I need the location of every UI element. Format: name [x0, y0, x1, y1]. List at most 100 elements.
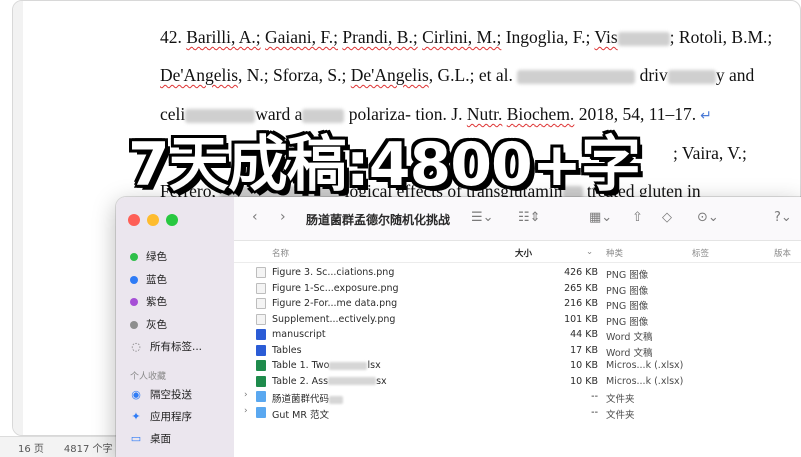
sidebar-item-label: 灰色 [146, 319, 167, 331]
tag-icon[interactable]: ◇ [662, 210, 672, 225]
column-name[interactable]: 名称 [272, 247, 289, 259]
file-name-start: Table 1. Two [272, 360, 330, 371]
png-file-icon [256, 282, 266, 294]
author: De'Angelis [160, 65, 238, 85]
title-text: y and [715, 65, 755, 85]
sidebar-item-label: 应用程序 [150, 411, 192, 423]
file-size: 101 KB [564, 313, 598, 325]
file-name: Figure 1-Sc...exposure.png [272, 282, 399, 294]
sidebar-tag-green[interactable]: 绿色 [130, 249, 167, 264]
sidebar-tag-purple[interactable]: 紫色 [130, 294, 167, 309]
author: Prandi, B.; [342, 27, 418, 47]
author: Ingoglia, F.; [505, 27, 591, 47]
author: Gaiani, F.; [265, 27, 338, 47]
disclosure-triangle-icon[interactable]: › [244, 406, 248, 416]
file-name: Tables [272, 344, 302, 356]
table-row[interactable]: manuscript 44 KB Word 文稿 [234, 327, 801, 343]
grid-view-icon[interactable]: ▦⌄ [589, 210, 612, 225]
word-count[interactable]: 4817 个字 [64, 440, 113, 455]
table-row[interactable]: › 肠道菌群代码 -- 文件夹 [234, 389, 801, 405]
airdrop-icon: ◉ [131, 388, 141, 401]
sidebar-tag-blue[interactable]: 蓝色 [130, 272, 167, 287]
sidebar-item-applications[interactable]: ✦ 应用程序 [130, 409, 192, 424]
table-row[interactable]: Figure 3. Sc...ciations.png 426 KB PNG 图… [234, 265, 801, 281]
disclosure-triangle-icon[interactable]: › [244, 390, 248, 400]
list-view-icon[interactable]: ☰⌄ [471, 210, 494, 225]
search-icon[interactable]: ?⌄ [774, 210, 792, 225]
author: , N.; Sforza, S.; [238, 65, 351, 85]
table-row[interactable]: Figure 2-For...me data.png 216 KB PNG 图像 [234, 296, 801, 312]
tag-dot-icon [130, 297, 138, 306]
table-row[interactable]: Table 2. Ass sx 10 KB Micros...k (.xlsx) [234, 374, 801, 390]
group-icon[interactable]: ☷⇕ [518, 210, 541, 225]
column-kind[interactable]: 种类 [606, 247, 623, 259]
column-version[interactable]: 版本 [774, 247, 791, 259]
table-row[interactable]: Supplement...ectively.png 101 KB PNG 图像 [234, 312, 801, 328]
tags-icon: ◌ [131, 340, 141, 353]
sidebar-item-desktop[interactable]: ▭ 桌面 [130, 431, 171, 446]
file-size: 216 KB [564, 298, 598, 309]
desktop-icon: ▭ [130, 432, 142, 445]
table-row[interactable]: Figure 1-Sc...exposure.png 265 KB PNG 图像 [234, 281, 801, 297]
page-count[interactable]: 16 页 [18, 440, 44, 455]
file-name: manuscript [272, 329, 326, 340]
sort-chevron-icon[interactable]: ⌄ [586, 247, 593, 257]
sidebar-item-label: 隔空投送 [150, 389, 192, 401]
back-button[interactable]: ‹ [252, 209, 258, 225]
more-icon[interactable]: ⊙⌄ [697, 210, 719, 225]
file-kind: Micros...k (.xlsx) [606, 360, 684, 371]
table-row[interactable]: Table 1. Two lsx 10 KB Micros...k (.xlsx) [234, 358, 801, 374]
file-name: Table 1. Two lsx [272, 360, 381, 371]
tag-dot-icon [130, 320, 138, 329]
file-size: 265 KB [564, 282, 598, 294]
redacted-text [329, 395, 344, 404]
word-file-icon [256, 344, 266, 356]
reference-line-4[interactable]: ; Vaira, V.; [673, 143, 747, 164]
column-tag[interactable]: 标签 [692, 247, 709, 259]
window-title: 肠道菌群孟德尔随机化挑战 [306, 213, 451, 227]
sidebar-all-tags[interactable]: ◌ 所有标签... [130, 339, 202, 354]
column-header: 名称 大小 ⌄ 种类 标签 版本 注释 [234, 241, 801, 263]
forward-button[interactable]: › [280, 209, 286, 225]
folder-icon [256, 391, 266, 402]
ref-number: 42. [160, 27, 187, 47]
author: Cirlini, M.; [422, 27, 502, 47]
paragraph-mark-icon: ↵ [700, 109, 712, 124]
reference-line-1[interactable]: 42. Barilli, A.; Gaiani, F.; Prandi, B.;… [160, 27, 772, 48]
share-icon[interactable]: ⇧ [632, 210, 643, 225]
file-name-start: Table 2. Ass [272, 375, 329, 387]
png-file-icon [256, 313, 266, 325]
minimize-button[interactable] [147, 214, 159, 226]
file-name: Figure 3. Sc...ciations.png [272, 267, 395, 278]
file-size: 426 KB [564, 267, 598, 278]
zoom-button[interactable] [166, 214, 178, 226]
author: ; Vaira, V.; [673, 143, 747, 163]
file-kind: 文件夹 [606, 394, 635, 405]
file-size: 10 KB [570, 375, 598, 387]
redacted-text [517, 69, 636, 84]
sidebar-item-label: 桌面 [150, 433, 171, 445]
table-row[interactable]: Tables 17 KB Word 文稿 [234, 343, 801, 359]
tag-dot-icon [130, 252, 138, 261]
file-kind: PNG 图像 [606, 301, 649, 312]
file-size: -- [591, 406, 598, 418]
window-controls [128, 214, 178, 226]
file-name: Figure 2-For...me data.png [272, 298, 398, 309]
overlay-title: 7天成稿:4800+字 [128, 130, 641, 200]
finder-toolbar: ‹ › 肠道菌群孟德尔随机化挑战 ☰⌄ ☷⇕ ▦⌄ ⇧ ◇ ⊙⌄ ?⌄ [234, 197, 801, 241]
file-kind: Word 文稿 [606, 347, 653, 359]
column-size[interactable]: 大小 [515, 247, 532, 259]
png-file-icon [256, 267, 266, 278]
sidebar-tag-gray[interactable]: 灰色 [130, 317, 167, 332]
file-size: 17 KB [570, 344, 598, 356]
redacted-text [328, 377, 377, 385]
file-name-end: lsx [367, 360, 381, 371]
close-button[interactable] [128, 214, 140, 226]
file-name: Supplement...ectively.png [272, 313, 396, 325]
excel-file-icon [256, 360, 266, 371]
reference-line-2[interactable]: De'Angelis, N.; Sforza, S.; De'Angelis, … [160, 65, 754, 86]
table-row[interactable]: › Gut MR 范文 -- 文件夹 [234, 405, 801, 421]
sidebar-item-airdrop[interactable]: ◉ 隔空投送 [130, 387, 192, 402]
tag-dot-icon [130, 275, 138, 284]
sidebar-section-favorites: 个人收藏 [130, 372, 167, 382]
